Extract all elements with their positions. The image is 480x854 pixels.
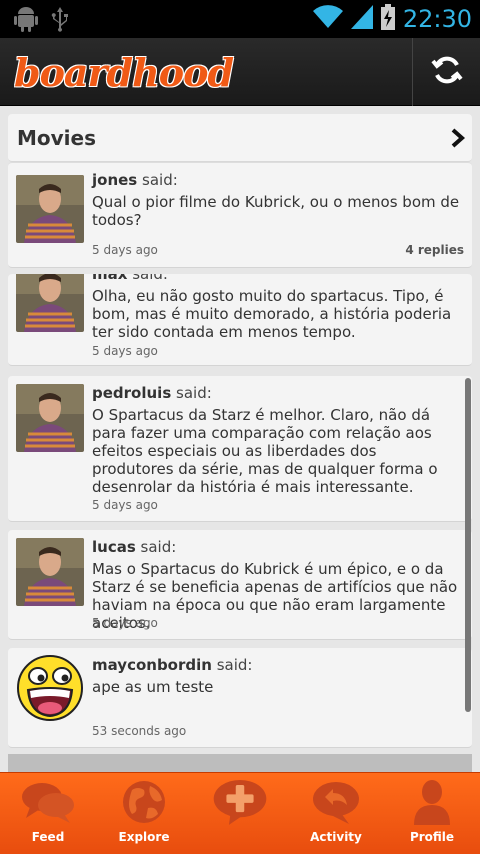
user-avatar xyxy=(16,175,84,243)
user-avatar xyxy=(16,654,84,722)
signal-icon xyxy=(350,5,373,33)
app-logo: boardhood xyxy=(14,50,234,95)
reply-bubble-icon xyxy=(308,778,364,826)
wifi-icon xyxy=(312,5,343,33)
nav-profile[interactable]: Profile xyxy=(384,773,480,854)
topic-header[interactable]: Movies xyxy=(8,114,472,162)
nav-feed[interactable]: Feed xyxy=(0,773,96,854)
nav-label: Activity xyxy=(310,830,362,844)
globe-icon xyxy=(116,778,172,826)
page-title: Movies xyxy=(17,126,97,150)
user-avatar xyxy=(16,384,84,452)
bottom-nav: Feed Explore Activity Profile xyxy=(0,772,480,854)
post-username[interactable]: mayconbordin xyxy=(92,656,212,674)
post-message: Qual o pior filme do Kubrick, ou o menos… xyxy=(92,193,460,229)
add-post-icon xyxy=(212,778,268,826)
person-icon xyxy=(404,778,460,826)
post-message: Olha, eu não gosto muito do spartacus. T… xyxy=(92,287,452,341)
replies-count[interactable]: 4 replies xyxy=(405,243,464,257)
nav-add-post[interactable] xyxy=(192,773,288,854)
said-label: said: xyxy=(142,171,178,189)
action-bar: boardhood xyxy=(0,38,480,106)
chevron-right-icon xyxy=(450,127,466,153)
post-timestamp: 5 days ago xyxy=(92,498,158,512)
nav-label: Feed xyxy=(31,830,65,844)
post-message: O Spartacus da Starz é melhor. Claro, nã… xyxy=(92,406,438,496)
chat-bubbles-icon xyxy=(20,778,76,826)
post-username[interactable]: jones xyxy=(92,171,137,189)
post-message: ape as um teste xyxy=(92,678,214,696)
said-label: said: xyxy=(132,274,168,283)
post-card[interactable]: pedroluis said: O Spartacus da Starz é m… xyxy=(8,376,472,522)
scrollbar[interactable] xyxy=(465,378,471,712)
android-icon xyxy=(14,6,38,36)
post-username[interactable]: pedroluis xyxy=(92,384,171,402)
clock: 22:30 xyxy=(402,5,472,33)
post-timestamp: 5 days ago xyxy=(92,243,158,257)
post-timestamp: 53 seconds ago xyxy=(92,724,187,738)
post-card[interactable]: mayconbordin said: ape as um teste 53 se… xyxy=(8,648,472,748)
nav-label: Explore xyxy=(118,830,170,844)
feed-content[interactable]: Movies jones said: Qual o pior filme do … xyxy=(0,106,480,772)
post-card[interactable]: max said: Olha, eu não gosto muito do sp… xyxy=(8,274,472,366)
battery-charging-icon xyxy=(380,4,395,34)
nav-activity[interactable]: Activity xyxy=(288,773,384,854)
usb-icon xyxy=(50,6,70,36)
nav-label: Profile xyxy=(409,830,455,844)
nav-explore[interactable]: Explore xyxy=(96,773,192,854)
post-card[interactable]: lucas said: Mas o Spartacus do Kubrick é… xyxy=(8,530,472,640)
list-footer xyxy=(8,754,472,772)
said-label: said: xyxy=(176,384,212,402)
said-label: said: xyxy=(140,538,177,556)
post-card[interactable]: jones said: Qual o pior filme do Kubrick… xyxy=(8,162,472,268)
said-label: said: xyxy=(216,656,253,674)
status-bar: 22:30 xyxy=(0,0,480,38)
post-username[interactable]: lucas xyxy=(92,538,136,556)
refresh-icon xyxy=(430,53,464,91)
user-avatar xyxy=(16,538,84,606)
post-username[interactable]: max xyxy=(92,274,127,283)
post-timestamp: 5 days ago xyxy=(92,344,158,358)
refresh-button[interactable] xyxy=(412,38,480,106)
user-avatar xyxy=(16,274,84,332)
post-timestamp: 5 days ago xyxy=(92,616,158,630)
